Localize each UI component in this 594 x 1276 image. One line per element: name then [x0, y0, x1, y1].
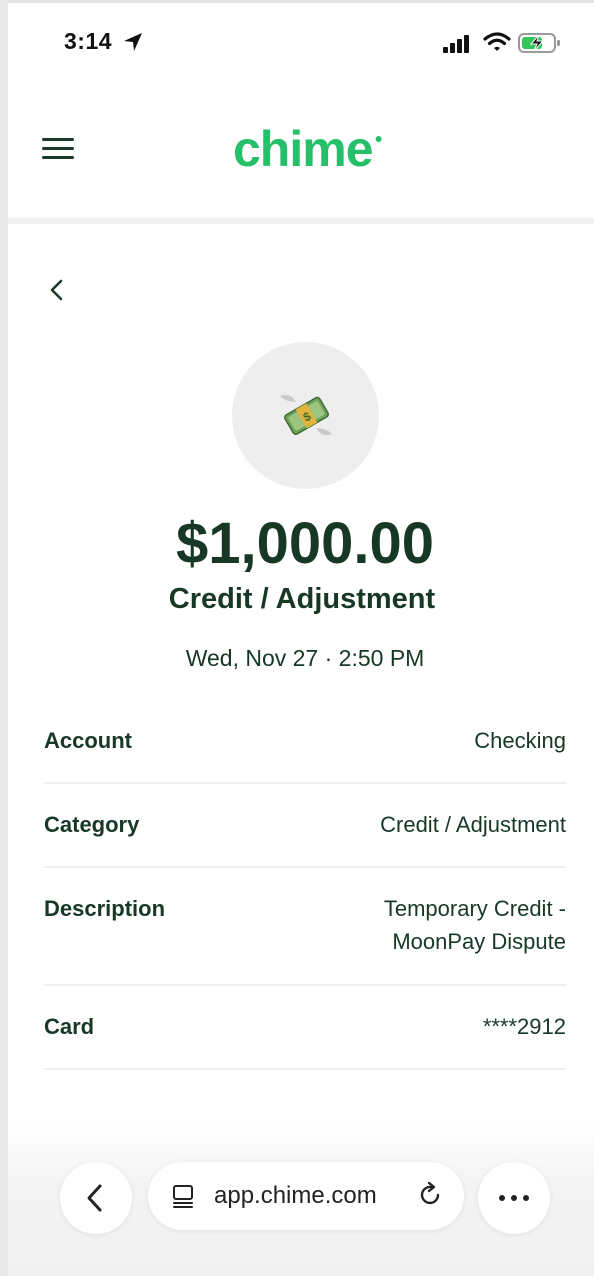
detail-row-account: Account Checking — [44, 700, 566, 784]
detail-label: Category — [44, 812, 140, 837]
transaction-datetime: Wed, Nov 27 · 2:50 PM — [185, 645, 425, 671]
detail-label: Description — [44, 896, 166, 921]
detail-value: Credit / Adjustment — [380, 812, 566, 837]
reload-icon[interactable] — [416, 1180, 446, 1210]
browser-back-icon — [87, 1184, 102, 1212]
header-divider — [8, 218, 594, 224]
transaction-type: Credit / Adjustment — [168, 583, 436, 615]
top-edge — [0, 0, 594, 3]
chime-logo[interactable]: chime ● — [233, 120, 383, 178]
status-time: 3:14 — [64, 28, 113, 54]
more-dots-icon — [499, 1195, 529, 1201]
browser-back-button[interactable] — [60, 1162, 132, 1234]
more-options-button[interactable] — [478, 1162, 550, 1234]
menu-icon[interactable] — [42, 138, 74, 160]
location-arrow-icon — [124, 33, 142, 51]
url-text[interactable]: app.chime.com — [214, 1182, 377, 1210]
back-chevron-icon[interactable] — [46, 276, 68, 304]
detail-value: Checking — [474, 728, 566, 753]
status-bar: 3:14 — [0, 22, 594, 66]
detail-value: ****2912 — [482, 1014, 566, 1039]
left-edge — [0, 0, 8, 1276]
detail-label: Account — [44, 728, 132, 753]
detail-label: Card — [44, 1014, 95, 1039]
detail-value-line2: MoonPay Dispute — [392, 929, 566, 954]
app-header: chime ● — [8, 90, 594, 218]
detail-row-category: Category Credit / Adjustment — [44, 784, 566, 868]
page-settings-icon[interactable] — [170, 1182, 198, 1210]
battery-charging-icon — [518, 33, 560, 53]
transaction-details: Account Checking Category Credit / Adjus… — [44, 700, 566, 1070]
detail-value-line1: Temporary Credit - — [383, 896, 566, 921]
wifi-icon — [483, 32, 511, 51]
detail-row-description: Description Temporary Credit - MoonPay D… — [44, 868, 566, 986]
money-with-wings-icon: $ — [280, 394, 332, 436]
address-bar[interactable]: app.chime.com — [148, 1162, 464, 1230]
transaction-amount: $1,000.00 — [175, 511, 435, 576]
cellular-signal-icon — [443, 35, 469, 53]
detail-row-card: Card ****2912 — [44, 986, 566, 1070]
